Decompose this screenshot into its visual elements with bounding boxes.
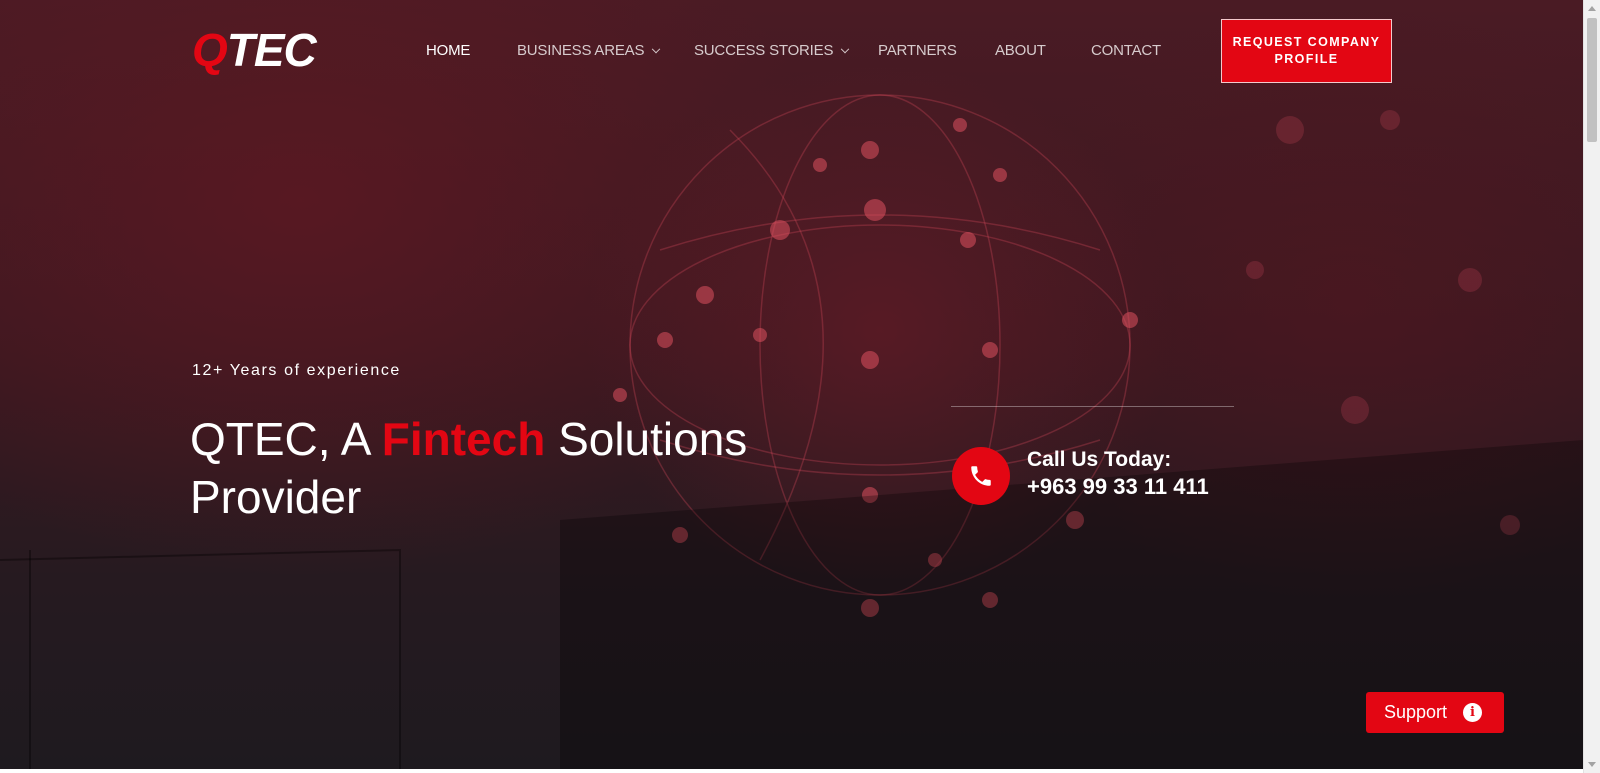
nav-item-label: ABOUT <box>995 42 1046 59</box>
hero-headline: QTEC, A Fintech Solutions Provider <box>190 410 870 526</box>
contact-divider <box>951 406 1234 407</box>
hero-bottom-edge <box>0 769 1583 773</box>
chevron-down-icon <box>841 44 850 54</box>
nav-item-success-stories[interactable]: SUCCESS STORIES <box>694 40 850 62</box>
nav-item-partners[interactable]: PARTNERS <box>878 40 957 62</box>
nav-item-label: CONTACT <box>1091 42 1161 59</box>
request-company-profile-button[interactable]: REQUEST COMPANY PROFILE <box>1221 19 1392 83</box>
info-icon: i <box>1463 703 1482 722</box>
nav-item-home[interactable]: HOME <box>426 40 470 62</box>
nav-item-contact[interactable]: CONTACT <box>1091 40 1161 62</box>
headline-accent: Fintech <box>381 413 546 465</box>
call-button[interactable] <box>952 447 1010 505</box>
scroll-down-arrow-icon[interactable] <box>1588 762 1596 767</box>
cta-label: REQUEST COMPANY PROFILE <box>1232 35 1381 66</box>
qtec-logo[interactable]: QTEC <box>192 24 317 76</box>
call-us-title: Call Us Today: <box>1027 448 1172 471</box>
globe-background-art <box>0 94 1583 773</box>
vertical-scrollbar[interactable] <box>1583 0 1600 773</box>
logo-text: TEC <box>226 24 317 76</box>
hero-section: QTEC HOME BUSINESS AREAS SUCCESS STORIES… <box>0 0 1583 773</box>
chevron-down-icon <box>652 44 661 54</box>
support-label: Support <box>1384 702 1448 722</box>
nav-item-label: PARTNERS <box>878 42 957 59</box>
scrollbar-thumb[interactable] <box>1587 18 1597 142</box>
logo-q: Q <box>192 24 228 76</box>
nav-item-label: BUSINESS AREAS <box>517 42 645 59</box>
nav-item-label: SUCCESS STORIES <box>694 42 834 59</box>
nav-item-about[interactable]: ABOUT <box>995 40 1046 62</box>
phone-icon <box>971 466 991 486</box>
phone-number[interactable]: +963 99 33 11 411 <box>1027 474 1209 500</box>
support-button[interactable]: Support i <box>1366 692 1504 733</box>
nav-item-business-areas[interactable]: BUSINESS AREAS <box>517 40 661 62</box>
scroll-up-arrow-icon[interactable] <box>1588 6 1596 11</box>
nav-item-label: HOME <box>426 42 471 59</box>
headline-part: QTEC, A <box>190 413 382 465</box>
experience-eyebrow: 12+ Years of experience <box>192 362 401 379</box>
